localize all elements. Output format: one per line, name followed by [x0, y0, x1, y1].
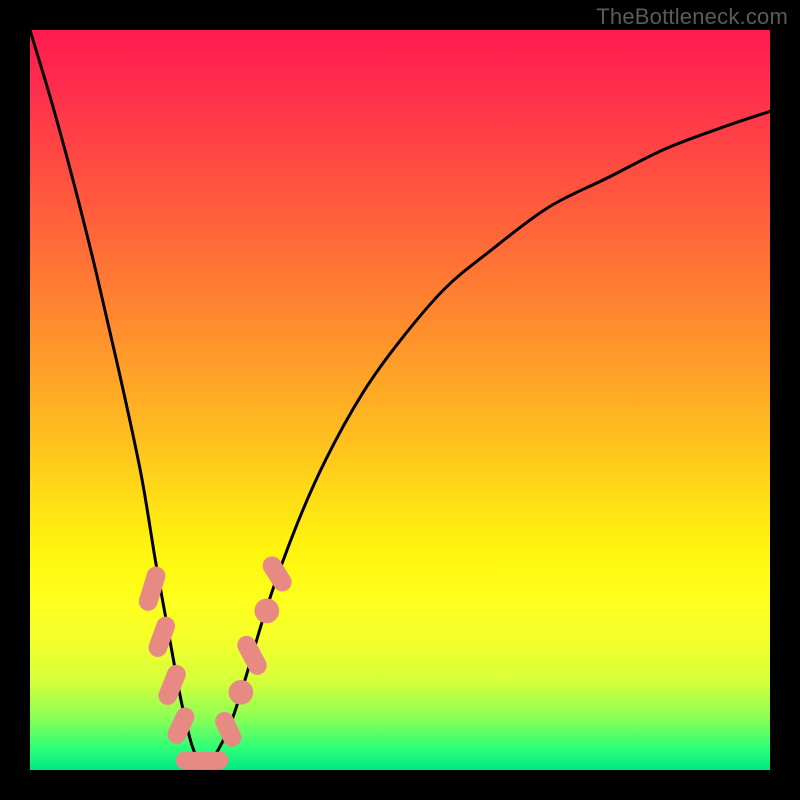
chart-frame: TheBottleneck.com — [0, 0, 800, 800]
watermark-text: TheBottleneck.com — [596, 4, 788, 30]
curve-marker — [229, 680, 253, 704]
curve-marker — [235, 633, 270, 677]
curve-marker — [255, 599, 279, 623]
chart-svg — [30, 30, 770, 770]
marker-group — [137, 554, 294, 769]
curve-marker — [165, 705, 197, 746]
curve-marker — [156, 663, 188, 707]
curve-marker — [213, 709, 244, 749]
plot-area — [30, 30, 770, 770]
curve-marker — [195, 752, 228, 768]
bottleneck-curve — [30, 30, 770, 766]
curve-marker — [260, 554, 295, 595]
